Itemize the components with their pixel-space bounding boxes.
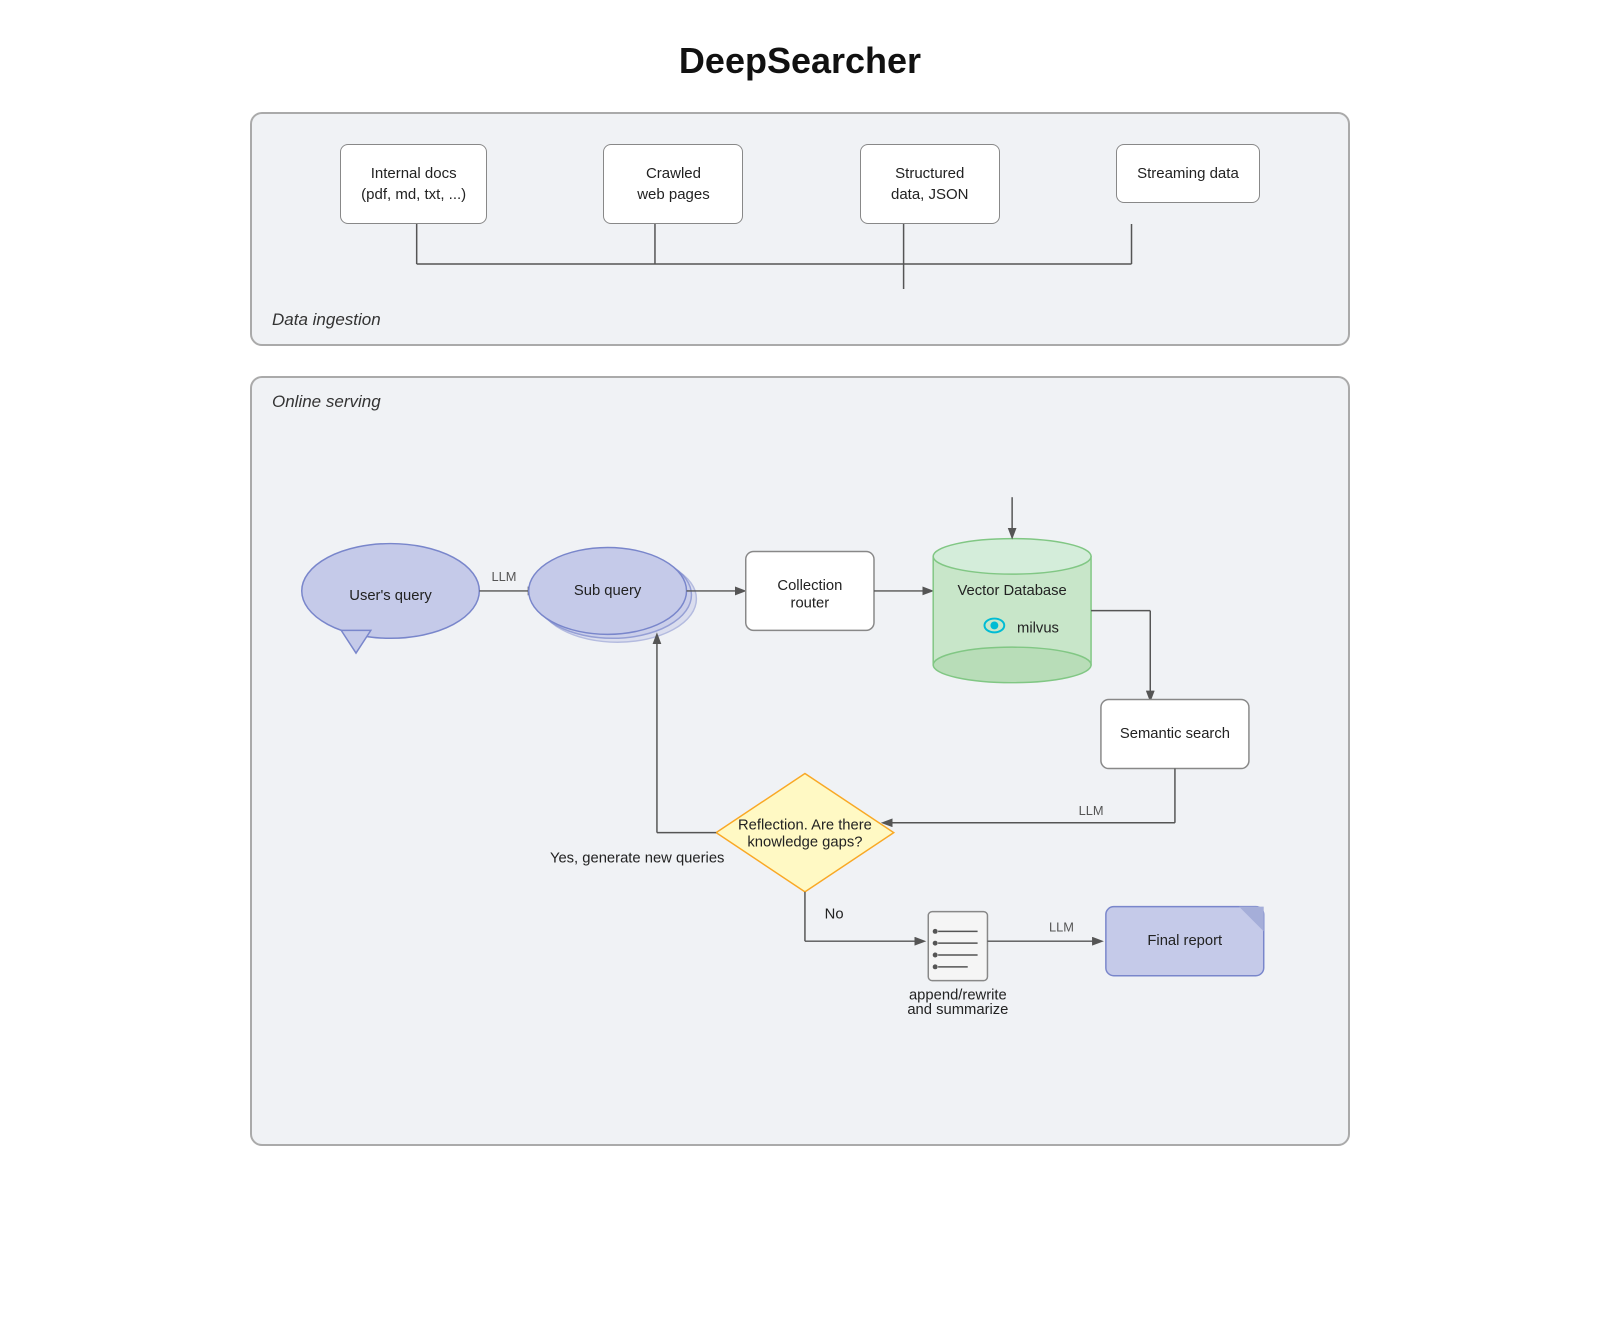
ingestion-sources: Internal docs(pdf, md, txt, ...) Crawled… [282,144,1318,224]
collection-router-text1: Collection [777,578,842,594]
append-rewrite-text1: append/rewrite [909,987,1007,1003]
final-report-text: Final report [1147,933,1222,949]
no-label: No [825,906,844,922]
reflection-text2: knowledge gaps? [747,834,862,850]
vector-db-top [933,539,1091,575]
doc-bullet-2 [933,941,938,946]
online-serving-box: Online serving User's query LLM Sub quer… [250,376,1350,1146]
document-icon-box [928,912,987,981]
source-internal-docs: Internal docs(pdf, md, txt, ...) [340,144,487,224]
subquery-text: Sub query [574,583,642,599]
doc-bullet-4 [933,964,938,969]
llm-label-1: LLM [492,569,517,584]
speech-bubble-tail [341,630,371,653]
source-structured-data: Structureddata, JSON [860,144,1000,224]
users-query-text: User's query [349,588,432,604]
semantic-search-text: Semantic search [1120,726,1230,742]
page-title: DeepSearcher [250,40,1350,82]
source-streaming-data: Streaming data [1116,144,1260,203]
data-ingestion-box: Internal docs(pdf, md, txt, ...) Crawled… [250,112,1350,346]
append-rewrite-text2: and summarize [907,1002,1008,1018]
llm-label-2: LLM [1079,803,1104,818]
reflection-text1: Reflection. Are there [738,818,872,834]
vector-db-text: Vector Database [957,583,1066,599]
source-crawled-web: Crawledweb pages [603,144,743,224]
online-serving-svg: User's query LLM Sub query Collection ro… [282,438,1318,1109]
vector-db-bottom [933,647,1091,683]
llm-label-3: LLM [1049,919,1074,934]
milvus-text: milvus [1017,620,1059,636]
ingestion-lines-svg [282,224,1318,294]
doc-bullet-1 [933,929,938,934]
doc-bullet-3 [933,953,938,958]
data-ingestion-label: Data ingestion [272,310,381,330]
main-container: DeepSearcher Internal docs(pdf, md, txt,… [250,20,1350,1166]
online-serving-label: Online serving [272,392,381,412]
milvus-eye-inner [990,622,998,630]
yes-label: Yes, generate new queries [550,850,725,866]
collection-router-text2: router [791,596,830,612]
